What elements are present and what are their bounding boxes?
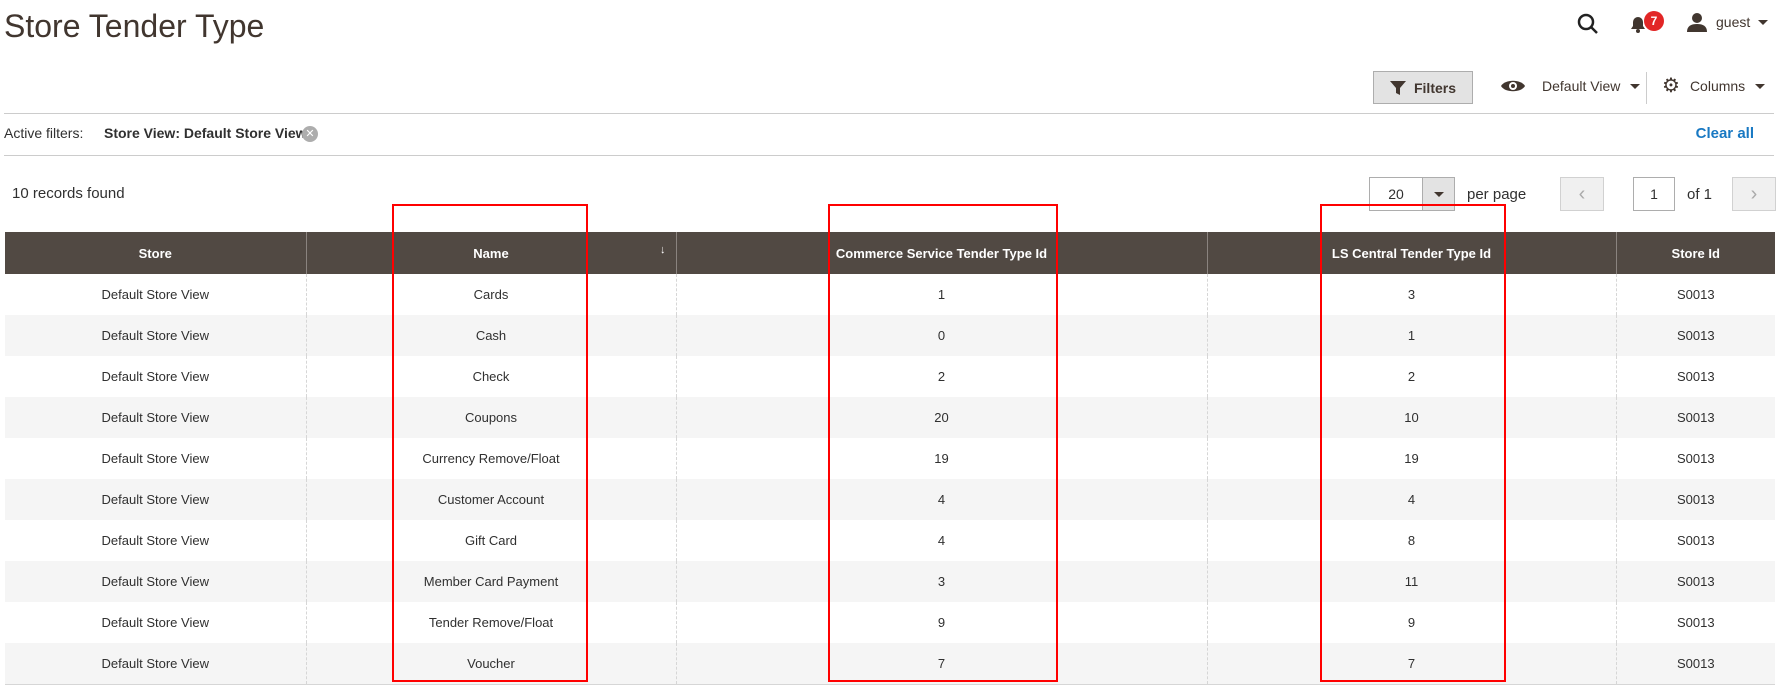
cell-store: Default Store View xyxy=(5,643,306,685)
cell-commerce-id: 20 xyxy=(675,397,1207,438)
cell-ls-central-id: 8 xyxy=(1206,520,1616,561)
cell-commerce-id: 4 xyxy=(675,520,1207,561)
cell-store-id: S0013 xyxy=(1615,561,1775,602)
cell-commerce-id: 1 xyxy=(675,274,1207,315)
cell-store-id: S0013 xyxy=(1615,274,1775,315)
cell-store-id: S0013 xyxy=(1615,397,1775,438)
active-filter-store-view: Store View: Default Store View xyxy=(104,125,307,141)
clear-all-link[interactable]: Clear all xyxy=(1696,125,1754,142)
cell-name: Member Card Payment xyxy=(305,561,676,602)
notifications-badge[interactable]: 7 xyxy=(1644,11,1664,31)
cell-ls-central-id: 9 xyxy=(1206,602,1616,643)
divider xyxy=(1646,72,1647,104)
page-input[interactable]: 1 xyxy=(1633,177,1675,211)
cell-store-id: S0013 xyxy=(1615,643,1775,685)
column-header-name[interactable]: Name ↓ xyxy=(305,232,676,274)
table-row[interactable]: Default Store View Voucher 7 7 S0013 xyxy=(5,643,1775,685)
cell-name: Gift Card xyxy=(305,520,676,561)
filter-icon xyxy=(1389,80,1406,95)
cell-name: Coupons xyxy=(305,397,676,438)
search-icon[interactable] xyxy=(1576,12,1600,39)
table-row[interactable]: Default Store View Check 2 2 S0013 xyxy=(5,356,1775,397)
cell-name: Cards xyxy=(305,274,676,315)
next-page-button[interactable]: › xyxy=(1732,177,1776,211)
divider xyxy=(4,155,1774,156)
column-header-ls-central-id[interactable]: LS Central Tender Type Id xyxy=(1206,232,1616,274)
cell-name: Tender Remove/Float xyxy=(305,602,676,643)
cell-commerce-id: 2 xyxy=(675,356,1207,397)
per-page-value: 20 xyxy=(1388,186,1404,202)
columns-dropdown[interactable]: ⚙ Columns xyxy=(1662,75,1766,97)
cell-commerce-id: 9 xyxy=(675,602,1207,643)
eye-icon xyxy=(1501,80,1525,92)
cell-store-id: S0013 xyxy=(1615,315,1775,356)
cell-ls-central-id: 11 xyxy=(1206,561,1616,602)
table-row[interactable]: Default Store View Currency Remove/Float 1… xyxy=(5,438,1775,479)
cell-store: Default Store View xyxy=(101,287,209,302)
cell-ls-central-id: 1 xyxy=(1206,315,1616,356)
page-total: of 1 xyxy=(1687,186,1713,203)
cell-commerce-id: 19 xyxy=(675,438,1207,479)
cell-ls-central-id: 10 xyxy=(1206,397,1616,438)
cell-store: Default Store View xyxy=(5,479,306,520)
cell-name: Cash xyxy=(305,315,676,356)
cell-store: Default Store View xyxy=(5,397,306,438)
active-filters-label: Active filters: xyxy=(4,125,84,141)
cell-commerce-id: 4 xyxy=(675,479,1207,520)
cell-store: Default Store View xyxy=(101,533,209,548)
cell-name: Voucher xyxy=(305,643,676,685)
cell-store-id: S0013 xyxy=(1615,520,1775,561)
page-title: Store Tender Type xyxy=(4,8,265,44)
table-row[interactable]: Default Store View Cash 0 1 S0013 xyxy=(5,315,1775,356)
table-row[interactable]: Default Store View Coupons 20 10 S0013 xyxy=(5,397,1775,438)
cell-name: Currency Remove/Float xyxy=(305,438,676,479)
cell-ls-central-id: 4 xyxy=(1206,479,1616,520)
tender-type-grid: Store Name ↓ Commerce Service Tender Type… xyxy=(5,232,1775,685)
user-menu[interactable]: guest xyxy=(1686,12,1769,32)
cell-commerce-id: 3 xyxy=(675,561,1207,602)
column-header-commerce-id[interactable]: Commerce Service Tender Type Id xyxy=(675,232,1207,274)
cell-ls-central-id: 3 xyxy=(1206,274,1616,315)
cell-commerce-id: 0 xyxy=(675,315,1207,356)
cell-store: Default Store View xyxy=(5,561,306,602)
cell-ls-central-id: 19 xyxy=(1206,438,1616,479)
column-header-store[interactable]: Store xyxy=(5,232,306,274)
cell-name: Check xyxy=(305,356,676,397)
cell-commerce-id: 7 xyxy=(675,643,1207,685)
records-count: 10 records found xyxy=(12,185,125,202)
chevron-down-icon[interactable] xyxy=(1422,178,1454,210)
gear-icon: ⚙ xyxy=(1662,75,1680,97)
view-label: Default View xyxy=(1542,78,1621,94)
table-row[interactable]: Default Store View Cards 1 3 S0013 xyxy=(5,274,1775,315)
cell-store: Default Store View xyxy=(5,315,306,356)
cell-name: Customer Account xyxy=(305,479,676,520)
cell-store: Default Store View xyxy=(101,451,209,466)
column-header-store-id[interactable]: Store Id xyxy=(1615,232,1775,274)
cell-store: Default Store View xyxy=(101,369,209,384)
per-page-select[interactable]: 20 xyxy=(1369,177,1455,211)
cell-store-id: S0013 xyxy=(1615,602,1775,643)
remove-filter-icon[interactable]: ✕ xyxy=(302,126,318,142)
filters-button[interactable]: Filters xyxy=(1373,71,1473,104)
columns-label: Columns xyxy=(1689,78,1746,94)
table-row[interactable]: Default Store View Gift Card 4 8 S0013 xyxy=(5,520,1775,561)
cell-ls-central-id: 7 xyxy=(1206,643,1616,685)
column-header-name-label: Name xyxy=(473,245,509,261)
user-icon xyxy=(1687,13,1707,32)
user-name: guest xyxy=(1716,14,1751,30)
cell-ls-central-id: 2 xyxy=(1206,356,1616,397)
per-page-label: per page xyxy=(1467,186,1527,203)
previous-page-button[interactable]: ‹ xyxy=(1560,177,1604,211)
table-row[interactable]: Default Store View Tender Remove/Float 9 9 S… xyxy=(5,602,1775,643)
cell-store-id: S0013 xyxy=(1615,479,1775,520)
divider xyxy=(4,113,1774,114)
cell-store: Default Store View xyxy=(101,615,209,630)
table-row[interactable]: Default Store View Customer Account 4 4 S001… xyxy=(5,479,1775,520)
sort-arrow-icon: ↓ xyxy=(660,244,666,256)
filters-label: Filters xyxy=(1413,79,1456,96)
view-dropdown[interactable]: Default View xyxy=(1500,78,1641,94)
table-row[interactable]: Default Store View Member Card Payment 3 11… xyxy=(5,561,1775,602)
cell-store-id: S0013 xyxy=(1615,356,1775,397)
cell-store-id: S0013 xyxy=(1615,438,1775,479)
